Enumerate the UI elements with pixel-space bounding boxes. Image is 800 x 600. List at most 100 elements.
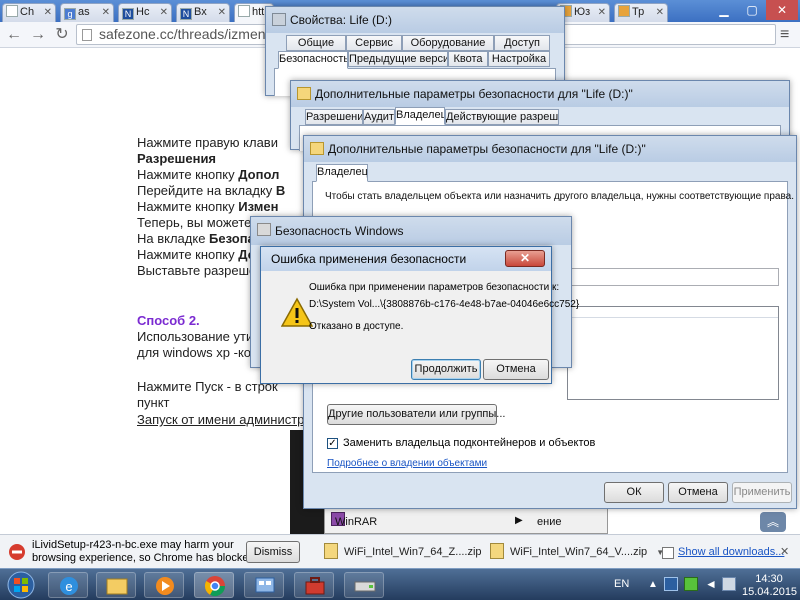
error-path: D:\System Vol...\{3808876b-c176-4e48-b7a… — [309, 299, 580, 310]
cancel-button[interactable]: Отмена — [668, 482, 728, 503]
browser-tab[interactable]: g as ✕ — [60, 3, 114, 22]
site-favicon-icon: N — [122, 8, 134, 20]
browser-tab[interactable]: N Вх ✕ — [176, 3, 230, 22]
close-tab-icon[interactable]: ✕ — [598, 4, 606, 21]
close-download-bar-icon[interactable]: ✕ — [780, 545, 789, 558]
continue-button[interactable]: Продолжить — [411, 359, 481, 380]
article-link[interactable]: Запуск от имени администрат — [137, 412, 317, 428]
security-error-dialog: Ошибка применения безопасности ✕ Ошибка … — [260, 246, 579, 384]
section-heading: Способ 2. — [137, 313, 200, 328]
article-line: Нажмите кнопку Измен — [137, 199, 279, 214]
battery-icon[interactable] — [722, 577, 736, 591]
owl-favicon-icon — [618, 5, 630, 17]
object-name-field[interactable] — [567, 268, 779, 286]
taskbar-drive[interactable] — [344, 572, 384, 598]
reload-icon[interactable]: ↻ — [52, 25, 72, 45]
taskbar-media-player[interactable] — [144, 572, 184, 598]
page-icon — [6, 5, 18, 17]
drive-icon — [272, 13, 286, 26]
tab-general[interactable]: Общие — [286, 35, 346, 51]
zip-file-icon — [324, 543, 338, 559]
tab-quota[interactable]: Квота — [448, 51, 488, 67]
tab-audit[interactable]: Аудит — [363, 109, 395, 125]
chrome-menu-icon[interactable]: ≡ — [780, 27, 796, 43]
article-line: Нажмите Пуск - в строк — [137, 379, 278, 394]
apply-button[interactable]: Применить — [732, 482, 792, 503]
close-tab-icon[interactable]: ✕ — [218, 4, 226, 21]
blocked-icon — [9, 544, 25, 560]
replace-owner-checkbox[interactable]: ✓ — [327, 438, 338, 449]
maximize-icon[interactable]: ▢ — [738, 0, 766, 20]
chrome-icon — [204, 576, 226, 597]
volume-icon[interactable]: ◄ — [704, 577, 718, 591]
minimize-icon[interactable]: ▁ — [710, 0, 738, 20]
zip-file-icon — [490, 543, 504, 559]
tab-previous-versions[interactable]: Предыдущие версии — [348, 51, 448, 67]
tab-hardware[interactable]: Оборудование — [402, 35, 494, 51]
drive-icon — [354, 581, 376, 592]
error-cancel-button[interactable]: Отмена — [483, 359, 549, 380]
g-favicon-icon: g — [64, 8, 76, 20]
tab-security[interactable]: Безопасность — [278, 51, 348, 69]
tab-effective-permissions[interactable]: Действующие разрешения — [445, 109, 559, 125]
download-item[interactable]: WiFi_Intel_Win7_64_V....zip ▼ — [490, 541, 664, 563]
show-all-downloads-link[interactable]: Show all downloads... — [678, 546, 784, 558]
article-line: пункт — [137, 395, 170, 410]
taskbar-explorer[interactable] — [96, 572, 136, 598]
owner-list[interactable] — [567, 306, 779, 400]
close-tab-icon[interactable]: ✕ — [102, 4, 110, 21]
taskbar-toolbox[interactable] — [294, 572, 334, 598]
download-item[interactable]: WiFi_Intel_Win7_64_Z....zip ▼ — [324, 541, 499, 563]
taskbar-internet-explorer[interactable]: e — [48, 572, 88, 598]
submenu-arrow-icon: ▶ — [515, 515, 523, 526]
internet-explorer-icon: e — [60, 577, 78, 595]
article-line: На вкладке Безопас — [137, 231, 263, 246]
ok-button[interactable]: ОК — [604, 482, 664, 503]
tray-app-icon[interactable] — [684, 577, 698, 591]
owner-description: Чтобы стать владельцем объекта или назна… — [325, 191, 795, 202]
tab-owner[interactable]: Владелец — [395, 107, 445, 125]
page-icon — [238, 5, 250, 17]
context-menu-item[interactable]: WinRAR — [335, 516, 377, 528]
folder-icon — [106, 578, 128, 595]
blocked-download-warning: iLividSetup-r423-n-bc.exe may harm your … — [32, 539, 267, 564]
learn-more-ownership-link[interactable]: Подробнее о владении объектами — [327, 458, 487, 469]
shield-icon — [257, 223, 271, 236]
article-line: Нажмите правую клави — [137, 135, 278, 150]
forward-arrow-icon[interactable]: → — [28, 25, 48, 45]
tab-sharing[interactable]: Доступ — [494, 35, 550, 51]
tray-arrow-icon[interactable]: ▲ — [648, 579, 658, 590]
browser-tab[interactable]: N Нс ✕ — [118, 3, 172, 22]
toolbox-icon — [305, 577, 325, 595]
taskbar-control-panel[interactable] — [244, 572, 284, 598]
replace-owner-label: Заменить владельца подконтейнеров и объе… — [343, 437, 596, 449]
network-icon[interactable] — [664, 577, 678, 591]
close-tab-icon[interactable]: ✕ — [44, 4, 52, 21]
dismiss-button[interactable]: Dismiss — [246, 541, 300, 563]
article-line: для windows xp -кома — [137, 345, 268, 360]
close-icon[interactable]: ✕ — [505, 250, 545, 267]
tab-permissions[interactable]: Разрешения — [305, 109, 363, 125]
folder-icon — [310, 142, 324, 155]
input-language[interactable]: EN — [614, 578, 629, 590]
clock-time[interactable]: 14:30 — [742, 573, 796, 585]
article-line: Нажмите кнопку Допол — [137, 167, 280, 182]
scroll-top-icon[interactable]: ︽ — [760, 512, 786, 532]
taskbar-chrome[interactable] — [194, 572, 234, 598]
browser-tab[interactable]: Тр ✕ — [614, 3, 668, 22]
taskbar: e EN ▲ ◄ 14:30 15.04.2015 — [0, 568, 800, 600]
tab-customize[interactable]: Настройка — [488, 51, 550, 67]
close-tab-icon[interactable]: ✕ — [656, 4, 664, 21]
clock-date[interactable]: 15.04.2015 — [742, 586, 797, 598]
windows-start-icon[interactable] — [2, 570, 40, 600]
tab-owner[interactable]: Владелец — [316, 164, 368, 182]
article-line: Выставьте разрешен — [137, 263, 264, 278]
other-users-or-groups-button[interactable]: Другие пользователи или группы... — [327, 404, 505, 425]
error-message: Ошибка при применении параметров безопас… — [309, 282, 560, 293]
window-close-icon[interactable]: ✕ — [766, 0, 798, 20]
close-tab-icon[interactable]: ✕ — [160, 4, 168, 21]
advanced-security-title: Дополнительные параметры безопасности дл… — [291, 81, 789, 107]
back-arrow-icon[interactable]: ← — [4, 25, 24, 45]
browser-tab[interactable]: Ch ✕ — [2, 3, 56, 22]
tab-service[interactable]: Сервис — [346, 35, 402, 51]
